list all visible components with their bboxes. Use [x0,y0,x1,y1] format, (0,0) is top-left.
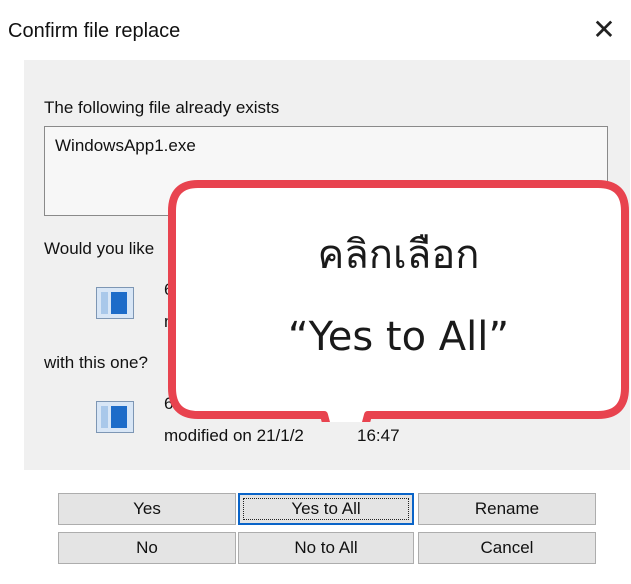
yes-button[interactable]: Yes [58,493,236,525]
confirm-file-replace-dialog: Confirm file replace ✕ The following fil… [0,0,631,584]
new-file-modified: modified on 21/1/2 [164,426,304,445]
callout-line-1: คลิกเลือก [317,232,480,278]
close-icon[interactable]: ✕ [587,12,621,46]
no-to-all-button[interactable]: No to All [238,532,414,564]
callout-outline [168,180,629,502]
existing-file-icon [96,287,134,319]
new-file-icon [96,401,134,433]
callout-shape [168,180,629,502]
no-button[interactable]: No [58,532,236,564]
dialog-title: Confirm file replace [8,20,181,42]
replace-question-label: Would you like [44,239,155,258]
instruction-callout: คลิกเลือก “Yes to All” [168,180,629,502]
callout-line-2: “Yes to All” [287,314,510,360]
new-file-time: 16:47 [357,426,400,445]
rename-button[interactable]: Rename [418,493,596,525]
file-exists-label: The following file already exists [44,98,280,117]
yes-to-all-label: Yes to All [291,499,361,518]
existing-file-name: WindowsApp1.exe [55,136,196,155]
with-this-one-label: with this one? [44,353,148,372]
cancel-button[interactable]: Cancel [418,532,596,564]
yes-to-all-button[interactable]: Yes to All [238,493,414,525]
dialog-titlebar: Confirm file replace ✕ [0,0,631,58]
